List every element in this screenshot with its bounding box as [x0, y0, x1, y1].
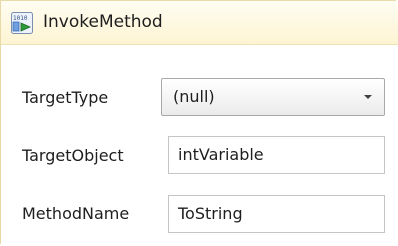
target-type-dropdown[interactable]: (null): [161, 78, 385, 116]
target-type-label: TargetType: [22, 88, 109, 107]
target-type-value: (null): [173, 87, 215, 106]
method-name-input[interactable]: ToString: [168, 195, 385, 233]
svg-text:1010: 1010: [13, 15, 28, 22]
method-name-value: ToString: [178, 204, 243, 223]
activity-title: InvokeMethod: [43, 12, 163, 32]
target-object-label: TargetObject: [22, 146, 124, 165]
invoke-method-icon: 1010: [11, 12, 33, 34]
activity-header[interactable]: 1010 InvokeMethod: [1, 1, 398, 45]
invoke-method-activity[interactable]: 1010 InvokeMethod TargetType (null) Targ…: [0, 0, 398, 244]
method-name-label: MethodName: [22, 204, 130, 223]
chevron-down-icon[interactable]: [364, 95, 372, 99]
target-object-value: intVariable: [178, 145, 264, 164]
target-object-input[interactable]: intVariable: [168, 136, 385, 174]
